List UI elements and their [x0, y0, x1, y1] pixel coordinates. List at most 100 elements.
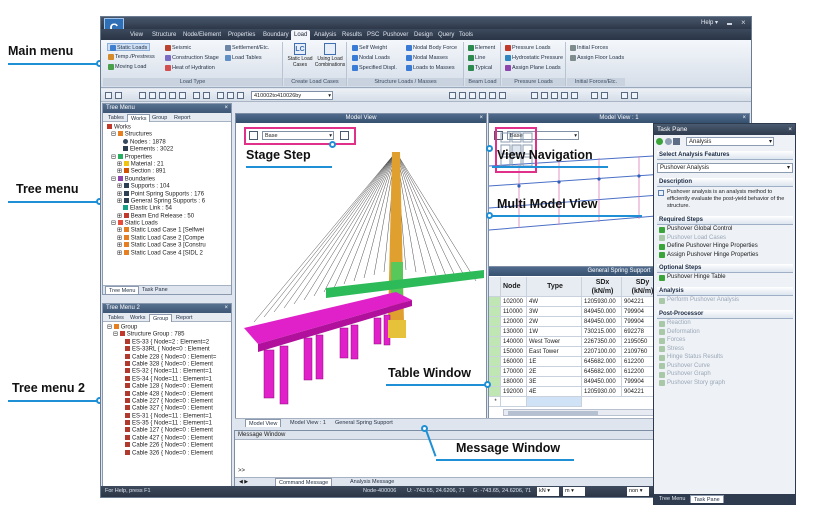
assign-floor-loads-button[interactable]: Assign Floor Loads	[570, 54, 624, 62]
back-icon[interactable]	[656, 138, 663, 145]
tab-view[interactable]: View	[127, 30, 146, 40]
shrink-icon[interactable]	[499, 92, 506, 99]
tree2-tab-group[interactable]: Group	[149, 314, 173, 322]
view-tab-model-view-1[interactable]: Model View : 1	[287, 419, 329, 427]
cell-type[interactable]: 1W	[527, 327, 582, 337]
cell-node[interactable]: 140000	[501, 337, 527, 347]
tree-menu-close-icon[interactable]: ×	[224, 104, 228, 113]
tree2-item[interactable]: ES-33 { Node=2 : Element=2	[105, 338, 229, 346]
tree2-item[interactable]: Cable 427 { Node=0 : Element	[105, 434, 229, 442]
cell-type[interactable]: 2E	[527, 367, 582, 377]
tree2-item[interactable]: Cable 327 { Node=0 : Element	[105, 405, 229, 412]
element-range-combo[interactable]: 410002to410026by ▾	[251, 91, 333, 100]
tab-analysis[interactable]: Analysis	[311, 30, 339, 40]
tab-design[interactable]: Design	[411, 30, 436, 40]
tree2-tab-tables[interactable]: Tables	[105, 314, 127, 322]
post-stress[interactable]: Stress	[657, 345, 793, 354]
new-row-cell[interactable]	[501, 397, 527, 407]
tree-tab-group[interactable]: Group	[149, 114, 170, 122]
command-prompt[interactable]: >>	[238, 468, 245, 474]
node-icon[interactable]	[193, 92, 200, 99]
tab-boundary[interactable]: Boundary	[260, 30, 292, 40]
seismic-button[interactable]: Seismic	[165, 44, 191, 52]
taskpane-tab-tree-menu[interactable]: Tree Menu	[656, 495, 688, 503]
tree2-item[interactable]: Cable 226 { Node=0 : Element	[105, 442, 229, 449]
rotate-icon[interactable]	[169, 92, 176, 99]
view-tab-spring-support[interactable]: General Spring Support	[332, 419, 396, 427]
tree-tab-works[interactable]: Works	[127, 114, 151, 122]
cell-sdx[interactable]: 849450.000	[582, 377, 622, 387]
minimize-button[interactable]	[727, 23, 732, 25]
table-hscroll-thumb[interactable]	[508, 411, 598, 415]
heat-of-hydration-button[interactable]: Heat of Hydration	[165, 64, 215, 72]
construction-stage-button[interactable]: Construction Stage	[165, 54, 219, 62]
element-icon[interactable]	[203, 92, 210, 99]
zoom-icon[interactable]	[149, 92, 156, 99]
tree2-item[interactable]: ES-34 { Node=11 : Element=1	[105, 375, 229, 383]
cell-sdx[interactable]: 2207100.00	[582, 347, 622, 357]
load-tables-button[interactable]: Load Tables	[225, 54, 262, 62]
new-row-cell[interactable]	[527, 397, 582, 407]
cell-type[interactable]: West Tower	[527, 337, 582, 347]
analysis-feature-select[interactable]: Pushover Analysis ▾	[657, 163, 793, 173]
tree2-item[interactable]: Cable 326 { Node=0 : Element	[105, 449, 229, 457]
home-icon[interactable]	[673, 138, 681, 145]
bottom-tab-task-pane[interactable]: Task Pane	[139, 286, 171, 294]
cell-node[interactable]: 130000	[501, 327, 527, 337]
tab-tools[interactable]: Tools	[456, 30, 476, 40]
capture-icon[interactable]	[631, 92, 638, 99]
post-deformation[interactable]: Deformation	[657, 328, 793, 337]
tree-item-static-loads[interactable]: ⊟ Static Loads	[105, 220, 229, 227]
pointer-icon[interactable]	[227, 92, 234, 99]
view-tab-model-view[interactable]: Model View	[245, 419, 282, 427]
cell-node[interactable]: 102000	[501, 297, 527, 307]
cell-type[interactable]: East Tower	[527, 347, 582, 357]
tree2-item[interactable]: Cable 127 { Node=0 : Element	[105, 427, 229, 434]
hidden-icon[interactable]	[489, 92, 496, 99]
message-nav-icon[interactable]: ◀ ▶	[239, 479, 248, 485]
cell-sdx[interactable]: 1205930.00	[582, 297, 622, 307]
tree2-item[interactable]: Cable 228 { Node=0 : Element=	[105, 353, 229, 361]
view-top-icon[interactable]	[541, 92, 548, 99]
temp-prestress-button[interactable]: Temp./Prestress	[108, 53, 155, 61]
tree2-item[interactable]: ES-32 { Node=11 : Element=1	[105, 368, 229, 375]
tree-item-load-case-2[interactable]: ⊞ Static Load Case 2 [Compe	[105, 234, 229, 242]
tab-analysis-message[interactable]: Analysis Message	[347, 478, 397, 486]
header-node[interactable]: Node	[501, 277, 527, 297]
filter-icon[interactable]	[217, 92, 224, 99]
cell-node[interactable]: 170000	[501, 367, 527, 377]
step-pushover-hinge-table[interactable]: Pushover Hinge Table	[657, 273, 793, 282]
tree2-item[interactable]: ES-31 { Node=11 : Element=1	[105, 412, 229, 420]
step-pushover-load-cases[interactable]: Pushover Load Cases	[657, 234, 793, 243]
post-pushover-graph[interactable]: Pushover Graph	[657, 370, 793, 379]
tree2-tab-works[interactable]: Works	[127, 314, 148, 322]
tree-item-nodes[interactable]: Nodes : 1878	[105, 138, 229, 146]
tree-tab-tables[interactable]: Tables	[105, 114, 127, 122]
step-perform-pushover-analysis[interactable]: Perform Pushover Analysis	[657, 296, 793, 305]
snap-icon[interactable]	[459, 92, 466, 99]
tree-item-point-spring[interactable]: ⊞ Point Spring Supports : 176	[105, 190, 229, 198]
task-pane-close-icon[interactable]: ×	[788, 124, 792, 135]
tree-item-beam-end-release[interactable]: ⊞ Beam End Release : 50	[105, 212, 229, 220]
initial-forces-button[interactable]: Initial Forces	[570, 44, 608, 52]
model-view-close-icon[interactable]: ×	[479, 114, 483, 123]
cell-type[interactable]: 3E	[527, 377, 582, 387]
tree2-item[interactable]: Cable 227 { Node=0 : Element	[105, 397, 229, 405]
nodal-masses-button[interactable]: Nodal Masses	[406, 54, 448, 62]
loads-to-masses-button[interactable]: Loads to Masses	[406, 64, 455, 72]
tree2-item-structure-group[interactable]: ⊟ Structure Group : 785	[105, 331, 229, 338]
cell-type[interactable]: 1E	[527, 357, 582, 367]
forward-icon[interactable]	[664, 138, 672, 145]
grid-icon[interactable]	[449, 92, 456, 99]
undo-icon[interactable]	[105, 92, 112, 99]
cell-sdx[interactable]: 1205930.00	[582, 387, 622, 397]
tab-properties[interactable]: Properties	[225, 30, 258, 40]
nodal-loads-button[interactable]: Nodal Loads	[352, 54, 390, 62]
post-pushover-story-graph[interactable]: Pushover Story graph	[657, 379, 793, 388]
assign-plane-loads-button[interactable]: Assign Plane Loads	[505, 64, 561, 72]
cell-sdx[interactable]: 645682.000	[582, 367, 622, 377]
tree-item-supports[interactable]: ⊞ Supports : 104	[105, 183, 229, 190]
table-hscrollbar[interactable]	[503, 409, 663, 416]
cell-node[interactable]: 192000	[501, 387, 527, 397]
static-loads-button[interactable]: Static Loads	[107, 43, 151, 51]
